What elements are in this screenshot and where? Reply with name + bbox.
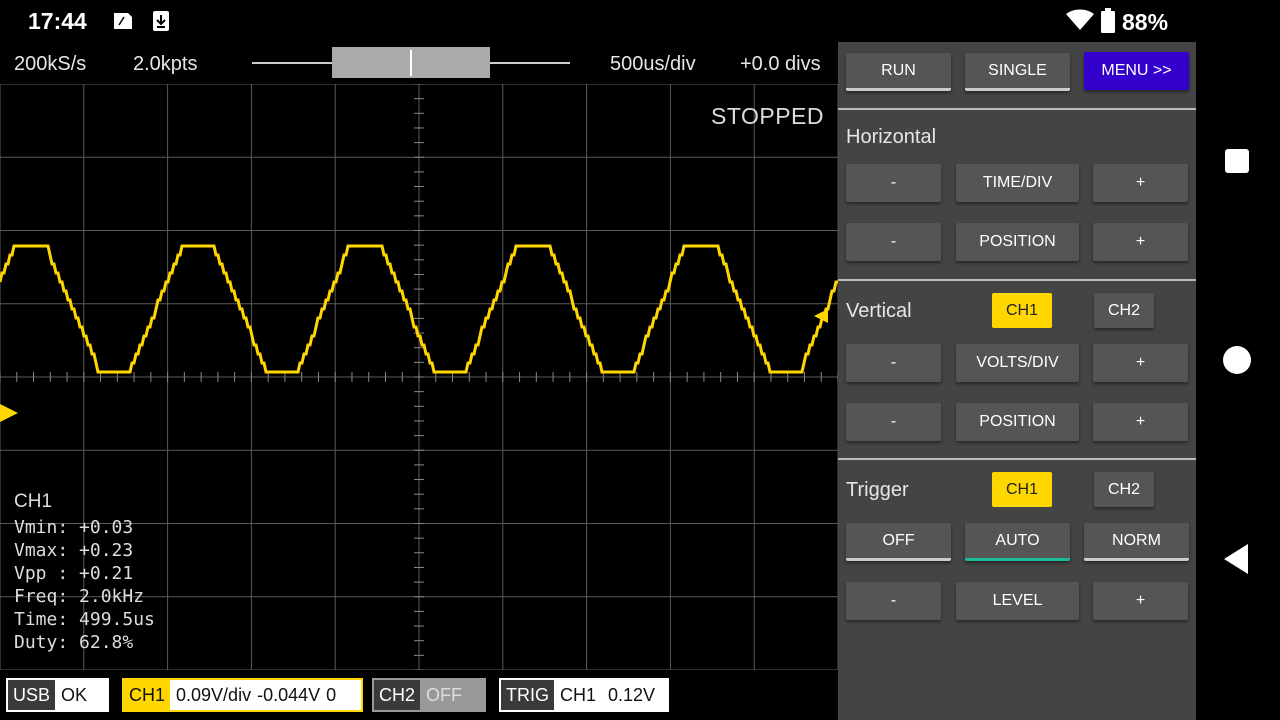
measurements-panel: CH1 Vmin: +0.03 Vmax: +0.23 Vpp : +0.21 … bbox=[14, 490, 155, 654]
battery-icon bbox=[1100, 8, 1116, 39]
battery-percentage: 88% bbox=[1122, 9, 1169, 35]
usb-status: USB OK bbox=[6, 678, 109, 712]
divider bbox=[838, 458, 1196, 460]
horizontal-section-title: Horizontal bbox=[846, 126, 937, 148]
ch2-status[interactable]: CH2 OFF bbox=[372, 678, 486, 712]
volts-div-minus-button[interactable]: - bbox=[846, 344, 941, 382]
sample-rate: 200kS/s bbox=[14, 53, 87, 75]
ch1-coupling: 0 bbox=[326, 684, 337, 705]
menu-button[interactable]: MENU >> bbox=[1084, 52, 1189, 90]
vertical-ch1-button[interactable]: CH1 bbox=[992, 293, 1052, 328]
trigger-off-button[interactable]: OFF bbox=[846, 523, 951, 561]
ch1-label: CH1 bbox=[124, 680, 171, 710]
single-button[interactable]: SINGLE bbox=[965, 53, 1070, 91]
trigger-section-title: Trigger bbox=[846, 479, 909, 501]
h-position-plus-button[interactable]: + bbox=[1093, 223, 1188, 261]
trig-level: 0.12V bbox=[608, 684, 656, 705]
trigger-auto-button[interactable]: AUTO bbox=[965, 523, 1070, 561]
volts-div-plus-button[interactable]: + bbox=[1093, 344, 1188, 382]
measurement-freq: Freq: 2.0kHz bbox=[14, 586, 145, 607]
navigation-bar bbox=[1196, 0, 1280, 720]
measurement-time: Time: 499.5us bbox=[14, 609, 155, 630]
measurement-duty: Duty: 62.8% bbox=[14, 632, 134, 653]
trig-source: CH1 bbox=[560, 684, 597, 705]
run-state: STOPPED bbox=[711, 103, 824, 129]
divider bbox=[838, 108, 1196, 110]
time-div-button[interactable]: TIME/DIV bbox=[956, 164, 1079, 202]
ch1-status[interactable]: CH1 0.09V/div -0.044V 0 bbox=[122, 678, 363, 712]
volts-div-button[interactable]: VOLTS/DIV bbox=[956, 344, 1079, 382]
ch2-value: OFF bbox=[426, 684, 463, 705]
status-bar: 17:44 88% bbox=[0, 0, 1196, 42]
time-div-plus-button[interactable]: + bbox=[1093, 164, 1188, 202]
clock: 17:44 bbox=[28, 8, 87, 34]
usb-value: OK bbox=[61, 684, 88, 705]
level-plus-button[interactable]: + bbox=[1093, 582, 1188, 620]
ch1-volts-div: 0.09V/div bbox=[176, 684, 252, 705]
sim-card-icon bbox=[110, 12, 134, 35]
memory-window-slider[interactable] bbox=[252, 46, 572, 80]
divider bbox=[838, 279, 1196, 281]
vertical-section-title: Vertical bbox=[846, 300, 912, 322]
v-position-plus-button[interactable]: + bbox=[1093, 403, 1188, 441]
measurement-vmin: Vmin: +0.03 bbox=[14, 517, 134, 538]
measurement-vpp: Vpp : +0.21 bbox=[14, 563, 134, 584]
ch1-offset: -0.044V bbox=[257, 684, 321, 705]
record-length: 2.0kpts bbox=[133, 53, 198, 75]
square-nav-icon[interactable] bbox=[1224, 148, 1250, 179]
h-position-minus-button[interactable]: - bbox=[846, 223, 941, 261]
trigger-ch2-button[interactable]: CH2 bbox=[1094, 472, 1154, 507]
wifi-icon bbox=[1066, 9, 1094, 36]
acquisition-info-bar: 200kS/s 2.0kpts 500us/div +0.0 divs bbox=[0, 42, 838, 84]
time-div-minus-button[interactable]: - bbox=[846, 164, 941, 202]
download-icon bbox=[152, 10, 170, 37]
measurement-channel: CH1 bbox=[14, 491, 53, 512]
channel-status-bar: USB OK CH1 0.09V/div -0.044V 0 CH2 OFF T… bbox=[0, 670, 838, 720]
v-position-button[interactable]: POSITION bbox=[956, 403, 1079, 441]
vertical-ch2-button[interactable]: CH2 bbox=[1094, 293, 1154, 328]
waveform-display[interactable]: STOPPED CH1 Vmin: +0.03 Vmax: +0.23 Vpp … bbox=[0, 84, 838, 670]
control-panel: RUN SINGLE MENU >> Horizontal - TIME/DIV… bbox=[838, 42, 1196, 720]
horizontal-offset: +0.0 divs bbox=[740, 53, 821, 75]
h-position-button[interactable]: POSITION bbox=[956, 223, 1079, 261]
measurement-vmax: Vmax: +0.23 bbox=[14, 540, 134, 561]
ch2-label: CH2 bbox=[374, 680, 421, 710]
v-position-minus-button[interactable]: - bbox=[846, 403, 941, 441]
trigger-ch1-button[interactable]: CH1 bbox=[992, 472, 1052, 507]
trig-label: TRIG bbox=[501, 680, 554, 710]
run-button[interactable]: RUN bbox=[846, 53, 951, 91]
level-minus-button[interactable]: - bbox=[846, 582, 941, 620]
ch1-ground-marker bbox=[0, 404, 18, 422]
trigger-norm-button[interactable]: NORM bbox=[1084, 523, 1189, 561]
usb-label: USB bbox=[8, 680, 56, 710]
level-button[interactable]: LEVEL bbox=[956, 582, 1079, 620]
home-nav-icon[interactable] bbox=[1222, 345, 1252, 380]
timebase: 500us/div bbox=[610, 53, 696, 75]
trigger-status[interactable]: TRIG CH1 0.12V bbox=[499, 678, 669, 712]
back-nav-icon[interactable] bbox=[1224, 544, 1248, 579]
